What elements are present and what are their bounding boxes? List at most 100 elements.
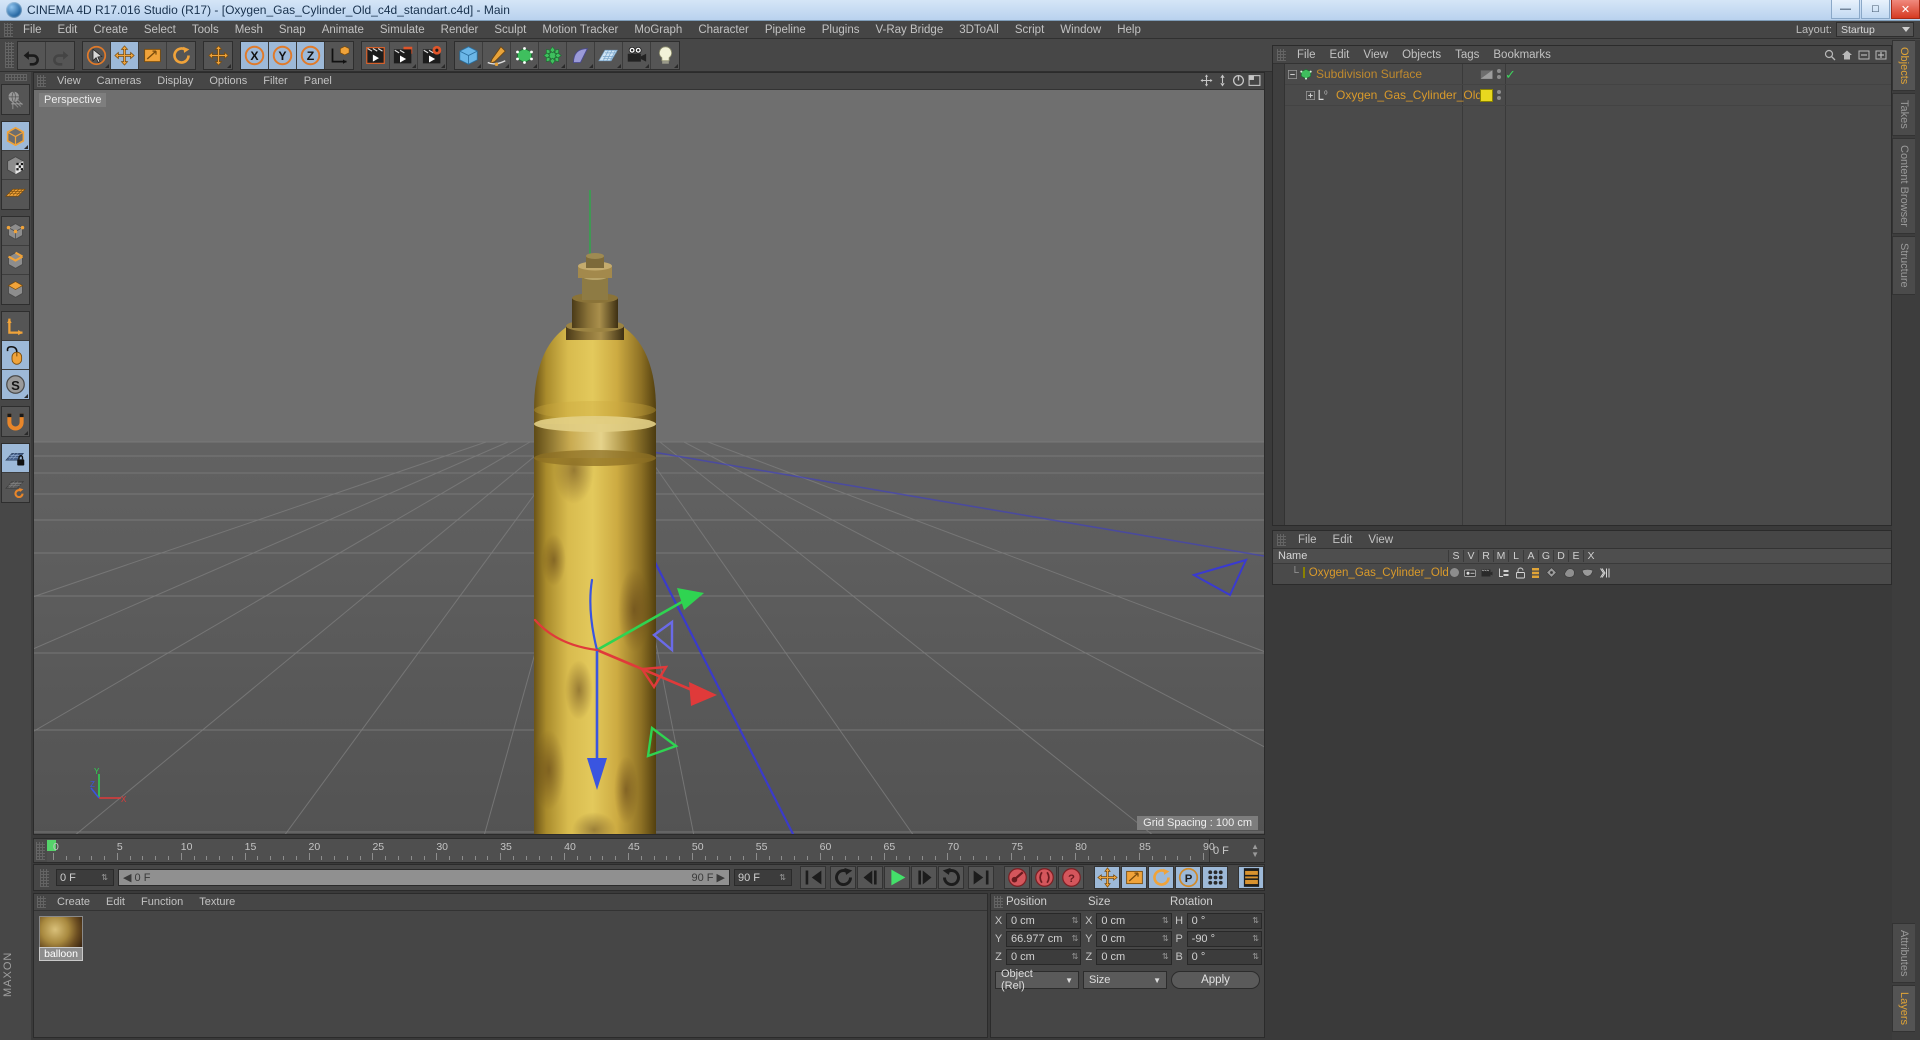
step-back-button[interactable] <box>857 866 883 889</box>
column-l[interactable]: L <box>1508 550 1523 562</box>
position-y-input[interactable]: 66.977 cm ⇅ <box>1006 930 1082 947</box>
toolbar-grip[interactable] <box>5 42 14 68</box>
xpresso-toggle-icon[interactable] <box>1599 567 1611 579</box>
move-tool[interactable] <box>111 41 139 69</box>
spinner-icon[interactable]: ⇅ <box>1162 916 1171 925</box>
display-tag-icon[interactable] <box>1480 68 1493 81</box>
texture-mode[interactable] <box>2 151 29 180</box>
menu-item-sculpt[interactable]: Sculpt <box>486 21 534 39</box>
visibility-dots[interactable] <box>1497 90 1501 100</box>
spinner-icon[interactable]: ⇅ <box>1072 934 1081 943</box>
deformer-toggle-icon[interactable] <box>1563 567 1576 579</box>
z-axis-lock[interactable]: Z <box>297 41 325 69</box>
camera-menu[interactable] <box>623 41 651 69</box>
tab-content-browser[interactable]: Content Browser <box>1892 138 1915 234</box>
points-mode[interactable] <box>2 217 29 246</box>
close-button[interactable]: ✕ <box>1891 0 1920 19</box>
scene-objects-menu[interactable] <box>595 41 623 69</box>
point-level-animation-toggle[interactable] <box>1202 866 1228 889</box>
spline-pen-menu[interactable] <box>483 41 511 69</box>
tab-structure[interactable]: Structure <box>1892 235 1915 295</box>
rotation-b-input[interactable]: 0 ° ⇅ <box>1186 948 1262 965</box>
menu-item-edit[interactable]: Edit <box>50 21 86 39</box>
spinner-icon[interactable]: ⇅ <box>1162 934 1171 943</box>
search-icon[interactable] <box>1824 49 1836 61</box>
polygons-mode[interactable] <box>2 275 29 304</box>
loop-button[interactable] <box>938 866 964 889</box>
column-e[interactable]: E <box>1568 550 1583 562</box>
material-item[interactable]: balloon <box>39 916 83 961</box>
size-x-input[interactable]: 0 cm ⇅ <box>1096 912 1172 929</box>
material-menu-edit[interactable]: Edit <box>98 894 133 911</box>
minimize-button[interactable]: — <box>1831 0 1860 19</box>
spinner-icon[interactable]: ⇅ <box>1252 916 1261 925</box>
rotate-tool[interactable] <box>167 41 195 69</box>
record-keyframe-button[interactable] <box>1004 866 1030 889</box>
timeline-ruler[interactable]: 0 5 10 15 20 25 30 35 40 45 50 55 60 65 70 75 80 85 90 0 F… <box>33 838 1265 863</box>
x-axis-lock[interactable]: X <box>241 41 269 69</box>
object-menu-objects[interactable]: Objects <box>1395 46 1448 64</box>
home-icon[interactable] <box>1841 49 1853 61</box>
menu-item-plugins[interactable]: Plugins <box>814 21 868 39</box>
menu-item-3dtoall[interactable]: 3DToAll <box>951 21 1007 39</box>
edges-mode[interactable] <box>2 246 29 275</box>
keyframe-selection-button[interactable]: ? <box>1058 866 1084 889</box>
rotation-p-input[interactable]: -90 ° ⇅ <box>1186 930 1262 947</box>
menu-item-animate[interactable]: Animate <box>314 21 372 39</box>
primitives-menu[interactable] <box>455 41 483 69</box>
animbar-grip[interactable] <box>40 868 49 887</box>
attribute-menu-view[interactable]: View <box>1360 531 1401 549</box>
timeline-grip[interactable] <box>36 842 45 860</box>
workplane-lock[interactable] <box>2 444 29 473</box>
menu-item-file[interactable]: File <box>15 21 50 39</box>
pan-view-icon[interactable] <box>1200 74 1213 87</box>
viewport-menu-cameras[interactable]: Cameras <box>89 73 150 90</box>
tab-attributes[interactable]: Attributes <box>1892 922 1915 983</box>
object-row-oxygen-gas-cylinder-old[interactable]: 0 Oxygen_Gas_Cylinder_Old <box>1285 85 1891 106</box>
material-menu-function[interactable]: Function <box>133 894 191 911</box>
column-a[interactable]: A <box>1523 550 1538 562</box>
light-menu[interactable] <box>651 41 679 69</box>
render-settings-button[interactable] <box>418 41 446 69</box>
timeline-button[interactable] <box>1238 866 1264 889</box>
viewport-menu-filter[interactable]: Filter <box>255 73 295 90</box>
deformers-menu[interactable] <box>539 41 567 69</box>
viewport-menu-view[interactable]: View <box>49 73 89 90</box>
left-toolbar-grip[interactable] <box>4 74 27 81</box>
spinner-icon[interactable]: ⇅ <box>1162 952 1171 961</box>
column-m[interactable]: M <box>1493 550 1508 562</box>
menu-item-snap[interactable]: Snap <box>271 21 314 39</box>
planar-workplane[interactable] <box>2 473 29 502</box>
coordinates-grip[interactable] <box>994 896 1003 908</box>
visible-toggle-icon[interactable] <box>1464 568 1476 578</box>
material-menu-create[interactable]: Create <box>49 894 98 911</box>
menu-item-render[interactable]: Render <box>433 21 487 39</box>
menu-item-script[interactable]: Script <box>1007 21 1052 39</box>
expand-icon[interactable] <box>1875 49 1887 61</box>
spinner-icon[interactable]: ⇅ <box>1072 952 1081 961</box>
object-axis-tool[interactable] <box>2 312 29 341</box>
column-x[interactable]: X <box>1583 550 1598 562</box>
menu-item-motion-tracker[interactable]: Motion Tracker <box>534 21 626 39</box>
timeline-frame-field[interactable]: 0 F ▲ ▼ <box>1209 839 1264 862</box>
material-menu-texture[interactable]: Texture <box>191 894 243 911</box>
menu-item-simulate[interactable]: Simulate <box>372 21 433 39</box>
attribute-menu-edit[interactable]: Edit <box>1325 531 1361 549</box>
snap-toggle[interactable] <box>2 407 29 436</box>
material-manager-grip[interactable] <box>37 896 46 908</box>
tab-takes[interactable]: Takes <box>1892 93 1915 137</box>
object-menu-tags[interactable]: Tags <box>1448 46 1486 64</box>
step-forward-button[interactable] <box>911 866 937 889</box>
column-r[interactable]: R <box>1478 550 1493 562</box>
viewport-3d-canvas[interactable]: Perspective Grid Spacing : 100 cm Y X Z <box>34 90 1264 834</box>
lock-toggle-icon[interactable] <box>1515 567 1526 579</box>
size-y-input[interactable]: 0 cm ⇅ <box>1096 930 1172 947</box>
spinner-icon[interactable]: ▲ ▼ <box>1251 842 1261 859</box>
y-axis-lock[interactable]: Y <box>269 41 297 69</box>
expand-toggle-icon[interactable] <box>1285 69 1299 79</box>
viewport-grip[interactable] <box>37 75 46 87</box>
size-mode-dropdown[interactable]: Size ▼ <box>1083 971 1167 989</box>
render-view-button[interactable] <box>362 41 390 69</box>
manager-toggle-icon[interactable] <box>1498 567 1510 578</box>
solo-toggle-icon[interactable] <box>1450 568 1459 577</box>
